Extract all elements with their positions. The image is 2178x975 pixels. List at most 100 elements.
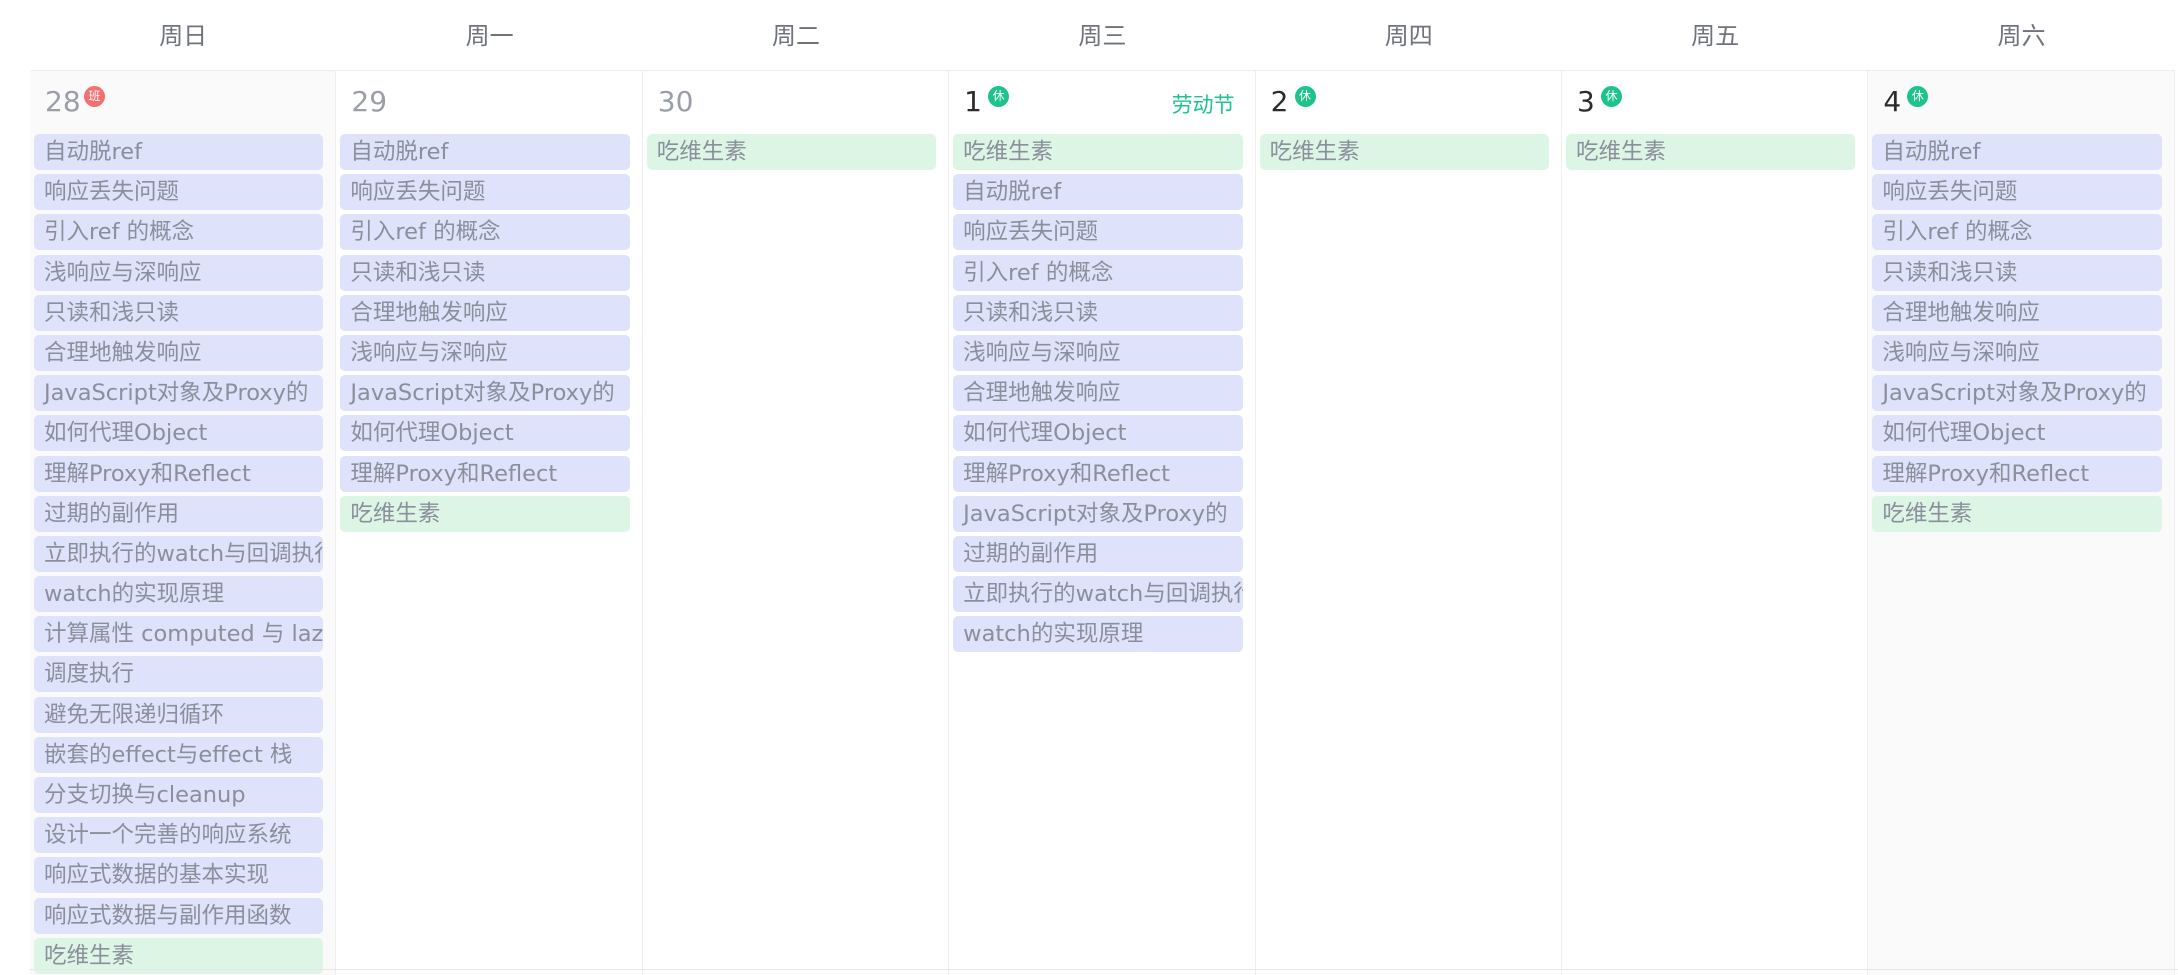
- event-item[interactable]: JavaScript对象及Proxy的: [1872, 375, 2162, 412]
- event-item[interactable]: 合理地触发响应: [1872, 294, 2162, 331]
- event-item[interactable]: 合理地触发响应: [34, 334, 324, 371]
- day-number: 3休: [1576, 85, 1622, 119]
- day-number-text: 1: [964, 85, 982, 118]
- event-item[interactable]: 引入ref 的概念: [34, 214, 324, 251]
- event-item[interactable]: 浅响应与深响应: [953, 334, 1243, 371]
- event-item[interactable]: 吃维生素: [1872, 495, 2162, 532]
- event-item[interactable]: 合理地触发响应: [953, 375, 1243, 412]
- event-item[interactable]: 浅响应与深响应: [34, 254, 324, 291]
- day-number-text: 28: [45, 85, 81, 118]
- weekday-label-sun: 周日: [159, 22, 208, 50]
- event-item[interactable]: 吃维生素: [953, 134, 1243, 170]
- day-cell[interactable]: 28 班自动脱ref 响应丢失问题 引入ref 的概念 浅响应与深响应 只读和浅只读 合理地…: [30, 71, 337, 975]
- event-item[interactable]: JavaScript对象及Proxy的: [34, 375, 324, 412]
- workday-badge: 班: [84, 86, 105, 107]
- event-item[interactable]: 响应式数据的基本实现: [34, 857, 324, 894]
- event-list: 自动脱ref 响应丢失问题 引入ref 的概念 浅响应与深响应 只读和浅只读 合理地触发响…: [34, 134, 324, 975]
- day-cell[interactable]: 29 自动脱ref 响应丢失问题 引入ref 的概念 只读和浅只读 合理地触发响应 浅响应与…: [336, 71, 643, 975]
- day-number: 29: [351, 85, 387, 119]
- event-item[interactable]: 只读和浅只读: [34, 294, 324, 331]
- event-item[interactable]: JavaScript对象及Proxy的: [340, 375, 630, 412]
- day-number-text: 29: [351, 85, 388, 118]
- day-cell[interactable]: 2 休吃维生素: [1256, 71, 1562, 975]
- day-grid: 28 班自动脱ref 响应丢失问题 引入ref 的概念 浅响应与深响应 只读和浅只读 合理地…: [30, 71, 2175, 975]
- event-item[interactable]: 计算属性 computed 与 lazy: [34, 616, 324, 653]
- event-item[interactable]: 立即执行的watch与回调执行时机: [953, 576, 1243, 613]
- weekday-label-mon: 周一: [465, 22, 514, 50]
- event-list: 自动脱ref 响应丢失问题 引入ref 的概念 只读和浅只读 合理地触发响应 浅响应与深响…: [340, 134, 630, 536]
- weekday-label-sat: 周六: [1997, 22, 2046, 50]
- day-cell[interactable]: 30 吃维生素: [643, 71, 950, 975]
- event-list: 吃维生素: [1259, 134, 1549, 174]
- event-item[interactable]: 吃维生素: [340, 495, 630, 532]
- weekday-label-wed: 周三: [1078, 22, 1127, 50]
- event-item[interactable]: watch的实现原理: [34, 576, 324, 613]
- day-number: 30: [658, 85, 694, 119]
- day-number: 2休: [1270, 85, 1316, 119]
- event-item[interactable]: 响应丢失问题: [1872, 174, 2162, 211]
- day-number: 1休: [964, 85, 1010, 119]
- day-number-text: 3: [1576, 85, 1595, 118]
- event-item[interactable]: 理解Proxy和Reflect: [340, 455, 630, 492]
- day-number-text: 2: [1270, 85, 1289, 118]
- event-item[interactable]: 只读和浅只读: [340, 254, 630, 291]
- event-item[interactable]: 理解Proxy和Reflect: [34, 455, 324, 492]
- day-number: 28 班: [45, 85, 105, 119]
- event-item[interactable]: 响应式数据与副作用函数: [34, 897, 324, 934]
- event-item[interactable]: 分支切换与cleanup: [34, 777, 324, 813]
- event-item[interactable]: watch的实现原理: [953, 616, 1243, 653]
- rest-day-badge: 休: [988, 86, 1010, 107]
- event-item[interactable]: 理解Proxy和Reflect: [1872, 455, 2162, 492]
- week-gutter: [0, 70, 31, 975]
- weekday-label-tue: 周二: [771, 22, 820, 50]
- event-item[interactable]: 浅响应与深响应: [1872, 334, 2162, 371]
- event-item[interactable]: 如何代理Object: [953, 415, 1243, 452]
- event-item[interactable]: 设计一个完善的响应系统: [34, 817, 324, 854]
- event-item[interactable]: 如何代理Object: [340, 415, 630, 452]
- event-item[interactable]: 如何代理Object: [34, 415, 324, 452]
- rest-day-badge: 休: [1600, 86, 1622, 107]
- rest-day-badge: 休: [1294, 86, 1316, 107]
- event-item[interactable]: 自动脱ref: [34, 134, 324, 170]
- calendar-week-view: 周日 周一 周二 周三 周四 周五 周六 28 班自动脱ref 响应丢失问题 引入re…: [0, 0, 2178, 975]
- event-item[interactable]: 只读和浅只读: [1872, 254, 2162, 291]
- weekday-header: 周日 周一 周二 周三 周四 周五 周六: [30, 0, 2175, 71]
- event-item[interactable]: 吃维生素: [1565, 134, 1856, 170]
- event-item[interactable]: 自动脱ref: [340, 134, 630, 170]
- event-item[interactable]: 合理地触发响应: [340, 294, 630, 331]
- grid-bottom-divider: [30, 969, 2178, 970]
- event-item[interactable]: 调度执行: [34, 656, 324, 693]
- day-number: 4休: [1883, 85, 1929, 119]
- event-item[interactable]: 浅响应与深响应: [340, 334, 630, 371]
- event-list: 吃维生素: [1565, 134, 1856, 174]
- day-number-text: 4: [1883, 85, 1902, 118]
- day-cell[interactable]: 1 休 劳动节吃维生素自动脱ref 响应丢失问题 引入ref 的概念 只读和浅只读 浅响应与…: [949, 71, 1256, 975]
- event-list: 吃维生素: [646, 134, 937, 174]
- day-number-text: 30: [657, 85, 694, 118]
- event-item[interactable]: 只读和浅只读: [953, 294, 1243, 331]
- event-item[interactable]: 立即执行的watch与回调执行时机: [34, 535, 324, 572]
- day-cell[interactable]: 4 休自动脱ref 响应丢失问题 引入ref 的概念 只读和浅只读 合理地触发响应 浅响应与…: [1868, 71, 2175, 975]
- event-item[interactable]: 吃维生素: [1259, 134, 1549, 170]
- event-item[interactable]: 响应丢失问题: [340, 174, 630, 211]
- event-item[interactable]: 过期的副作用: [34, 495, 324, 532]
- event-item[interactable]: 响应丢失问题: [34, 174, 324, 211]
- event-item[interactable]: 引入ref 的概念: [1872, 214, 2162, 251]
- event-item[interactable]: 避免无限递归循环: [34, 696, 324, 733]
- event-item[interactable]: 过期的副作用: [953, 535, 1243, 572]
- event-item[interactable]: 吃维生素: [646, 134, 937, 170]
- weekday-label-fri: 周五: [1691, 22, 1740, 50]
- event-item[interactable]: 自动脱ref: [1872, 134, 2162, 170]
- event-item[interactable]: 引入ref 的概念: [340, 214, 630, 251]
- holiday-label: 劳动节: [1171, 93, 1235, 117]
- day-cell[interactable]: 3 休吃维生素: [1562, 71, 1869, 975]
- event-item[interactable]: 引入ref 的概念: [953, 254, 1243, 291]
- event-item[interactable]: 自动脱ref: [953, 174, 1243, 211]
- event-item[interactable]: 如何代理Object: [1872, 415, 2162, 452]
- event-item[interactable]: 理解Proxy和Reflect: [953, 455, 1243, 492]
- event-item[interactable]: JavaScript对象及Proxy的: [953, 495, 1243, 532]
- event-item[interactable]: 响应丢失问题: [953, 214, 1243, 251]
- event-item[interactable]: 嵌套的effect与effect 栈: [34, 736, 324, 773]
- weekday-label-thu: 周四: [1384, 22, 1433, 50]
- event-list: 自动脱ref 响应丢失问题 引入ref 的概念 只读和浅只读 合理地触发响应 浅响应与深响…: [1872, 134, 2162, 536]
